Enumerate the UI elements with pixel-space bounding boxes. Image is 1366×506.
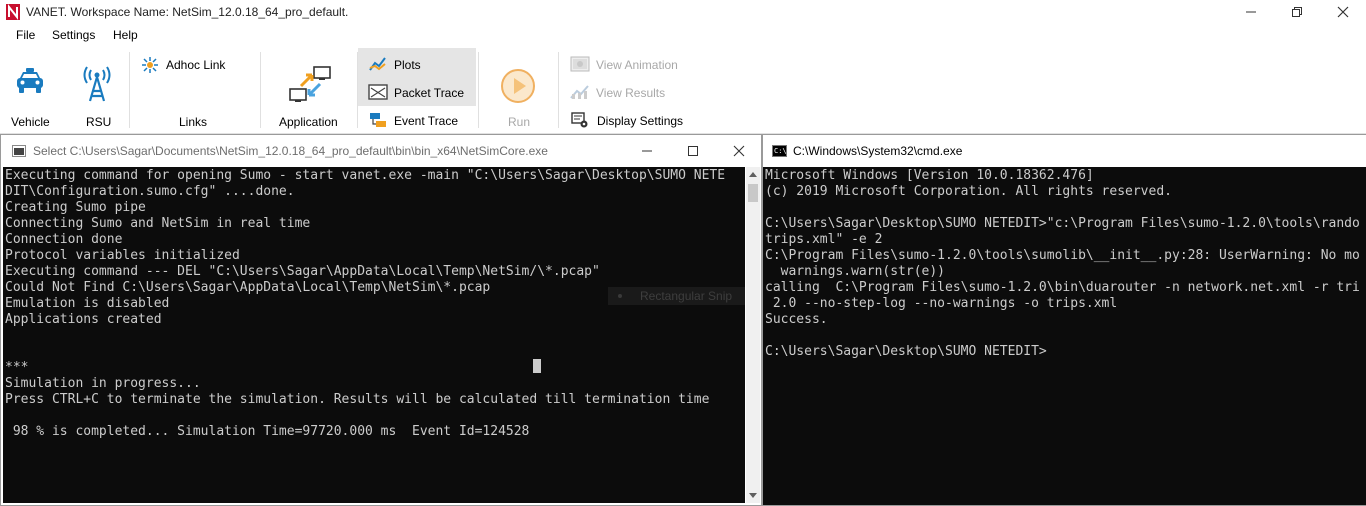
app-restore-button[interactable] (1274, 0, 1320, 24)
run-button-label[interactable]: Run (508, 115, 530, 129)
app-title: VANET. Workspace Name: NetSim_12.0.18_64… (26, 5, 349, 19)
rsu-button-label[interactable]: RSU (86, 115, 111, 129)
cmd-console-text: Microsoft Windows [Version 10.0.18362.47… (765, 168, 1360, 359)
menu-settings[interactable]: Settings (52, 28, 95, 42)
adhoc-link-button-label[interactable]: Adhoc Link (166, 58, 225, 72)
application-button-label[interactable]: Application (279, 115, 338, 129)
packet-trace-button-label[interactable]: Packet Trace (394, 86, 464, 100)
run-play-icon[interactable] (500, 68, 536, 104)
ribbon-separator (478, 52, 479, 128)
scroll-up-icon[interactable] (749, 172, 757, 177)
display-settings-icon[interactable] (571, 112, 589, 128)
minimize-icon (642, 150, 652, 152)
view-animation-icon[interactable] (570, 56, 590, 72)
view-results-icon[interactable] (570, 84, 590, 100)
netsimcore-minimize-button[interactable] (623, 135, 669, 167)
scrollbar-thumb[interactable] (748, 184, 758, 202)
netsimcore-console-title: Select C:\Users\Sagar\Documents\NetSim_1… (33, 144, 548, 158)
maximize-icon (688, 146, 698, 156)
cmd-console-title-bar[interactable]: C:\ C:\Windows\System32\cmd.exe (763, 135, 1366, 167)
ribbon-separator (558, 52, 559, 128)
ribbon-toolbar: Vehicle RSU Adhoc Link Links Application (0, 46, 1366, 134)
rsu-tower-icon[interactable] (82, 66, 112, 102)
cmd-console-window[interactable]: C:\ C:\Windows\System32\cmd.exe Microsof… (762, 134, 1366, 506)
close-icon (1337, 6, 1349, 18)
netsimcore-console-output[interactable]: Executing command for opening Sumo - sta… (3, 167, 745, 503)
menu-bar: File Settings Help (0, 24, 1366, 46)
view-animation-button-label[interactable]: View Animation (596, 58, 678, 72)
cmd-window-icon: C:\ (772, 145, 787, 157)
app-title-bar: VANET. Workspace Name: NetSim_12.0.18_64… (0, 0, 1366, 24)
application-icon[interactable] (288, 66, 332, 104)
netsimcore-console-window[interactable]: Select C:\Users\Sagar\Documents\NetSim_1… (0, 134, 762, 506)
app-minimize-button[interactable] (1228, 0, 1274, 24)
links-group-label: Links (179, 115, 208, 129)
ribbon-separator (260, 52, 261, 128)
menu-help[interactable]: Help (113, 28, 138, 42)
netsimcore-console-title-bar[interactable]: Select C:\Users\Sagar\Documents\NetSim_1… (1, 135, 761, 167)
scroll-down-icon[interactable] (749, 493, 757, 498)
netsimcore-close-button[interactable] (715, 135, 761, 167)
minimize-icon (1246, 11, 1256, 13)
netsim-logo-icon (6, 4, 20, 20)
netsimcore-maximize-button[interactable] (669, 135, 715, 167)
vehicle-button-label[interactable]: Vehicle (11, 115, 50, 129)
cmd-console-title: C:\Windows\System32\cmd.exe (793, 144, 963, 158)
console-cursor (533, 359, 541, 373)
display-settings-button-label[interactable]: Display Settings (597, 114, 683, 128)
vehicle-icon[interactable] (14, 66, 46, 96)
view-results-button-label[interactable]: View Results (596, 86, 665, 100)
adhoc-link-icon[interactable] (141, 56, 159, 74)
rectangular-snip-tooltip: Rectangular Snip (608, 287, 745, 305)
ribbon-separator (129, 52, 130, 128)
menu-file[interactable]: File (16, 28, 35, 42)
packet-trace-icon[interactable] (368, 84, 388, 100)
restore-icon (1292, 7, 1302, 17)
console-window-icon (12, 145, 26, 157)
app-close-button[interactable] (1320, 0, 1366, 24)
plots-button-label[interactable]: Plots (394, 58, 421, 72)
cmd-console-output[interactable]: Microsoft Windows [Version 10.0.18362.47… (763, 167, 1366, 505)
plots-icon[interactable] (369, 56, 387, 72)
event-trace-icon[interactable] (369, 112, 387, 128)
event-trace-button-label[interactable]: Event Trace (394, 114, 458, 128)
snip-bullet-icon (618, 294, 622, 298)
close-icon (733, 145, 745, 157)
netsimcore-console-scrollbar[interactable] (746, 167, 760, 503)
